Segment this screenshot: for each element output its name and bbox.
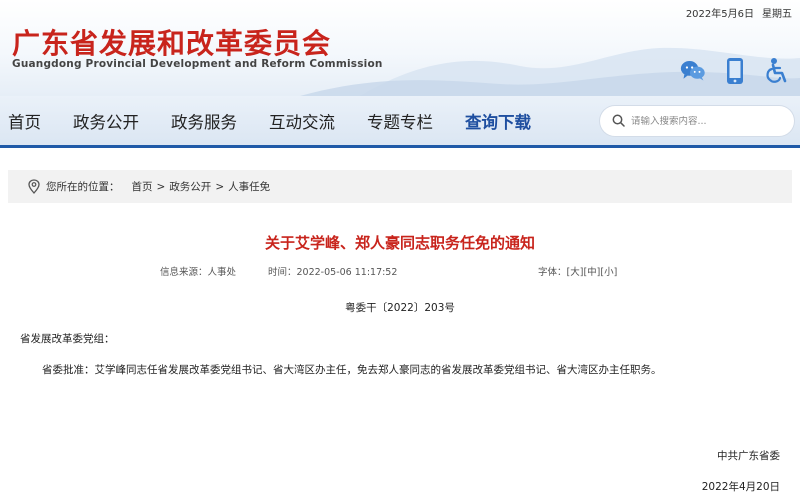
sign-date: 2022年4月20日	[701, 481, 780, 493]
font-size-controls: 字体：[大][中][小]	[538, 264, 617, 278]
nav-item-gov-affairs[interactable]: 政务公开	[73, 109, 139, 133]
signer: 中共广东省委	[717, 450, 780, 462]
search-box[interactable]	[600, 106, 794, 136]
addressee: 省发展改革委党组：	[20, 333, 115, 345]
breadcrumb-personnel[interactable]: 人事任免	[228, 179, 270, 194]
font-size-small-button[interactable]: [小]	[600, 267, 617, 278]
article-time: 时间：2022-05-06 11:17:52	[268, 267, 398, 278]
nav-item-query-download[interactable]: 查询下载	[465, 109, 531, 133]
site-title[interactable]: 广东省发展和改革委员会	[12, 22, 331, 62]
article-body: 省委批准：艾学峰同志任省发展改革委党组书记、省大湾区办主任，免去郑人豪同志的省发…	[42, 364, 662, 376]
nav-items: 首页 政务公开 政务服务 互动交流 专题专栏 查询下载	[0, 96, 563, 145]
search-icon[interactable]	[612, 112, 625, 131]
article-source: 信息来源：人事处	[160, 267, 237, 278]
search-input[interactable]	[631, 115, 781, 127]
header-icons	[680, 58, 790, 84]
breadcrumb-gov-affairs[interactable]: 政务公开	[169, 179, 211, 194]
font-size-medium-button[interactable]: [中]	[583, 267, 600, 278]
mobile-icon[interactable]	[722, 58, 748, 84]
current-weekday: 星期五	[762, 9, 792, 20]
font-size-label: 字体：	[538, 267, 567, 278]
breadcrumb-separator: >	[156, 180, 166, 193]
wechat-icon[interactable]	[680, 58, 706, 84]
breadcrumb-home[interactable]: 首页	[132, 179, 153, 194]
document-number: 粤委干〔2022〕203号	[345, 302, 455, 314]
nav-item-interaction[interactable]: 互动交流	[269, 109, 335, 133]
location-icon	[28, 179, 40, 194]
font-size-large-button[interactable]: [大]	[567, 267, 584, 278]
current-date: 2022年5月6日	[685, 9, 754, 20]
article-title: 关于艾学峰、郑人豪同志职务任免的通知	[264, 234, 535, 252]
nav-item-gov-services[interactable]: 政务服务	[171, 109, 237, 133]
breadcrumb: 您所在的位置： 首页 > 政务公开 > 人事任免	[8, 170, 792, 203]
main-nav: 首页 政务公开 政务服务 互动交流 专题专栏 查询下载	[0, 96, 800, 148]
accessibility-icon[interactable]	[764, 58, 790, 84]
site-header: 2022年5月6日 星期五 广东省发展和改革委员会 Guangdong Prov…	[0, 0, 800, 96]
date-bar: 2022年5月6日 星期五	[686, 5, 792, 20]
site-subtitle: Guangdong Provincial Development and Ref…	[12, 58, 383, 70]
nav-item-home[interactable]: 首页	[8, 109, 41, 133]
nav-item-topics[interactable]: 专题专栏	[367, 109, 433, 133]
breadcrumb-label: 您所在的位置：	[46, 181, 120, 193]
breadcrumb-separator: >	[215, 180, 225, 193]
